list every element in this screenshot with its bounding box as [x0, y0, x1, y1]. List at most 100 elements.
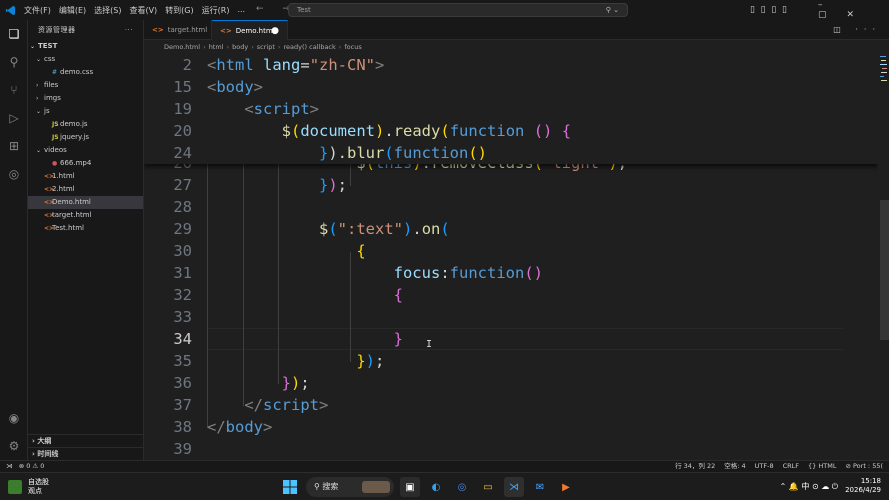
- tree-item[interactable]: # demo.css: [28, 66, 143, 79]
- settings-gear-icon[interactable]: ⚙: [6, 438, 22, 454]
- code-text: <html lang="zh-CN">: [207, 54, 384, 76]
- code-editor[interactable]: 26 $(this).removeClass('light'); 27 });2…: [144, 54, 878, 460]
- code-line[interactable]: 30 {: [144, 240, 878, 262]
- code-line[interactable]: 29 $(":text").on(: [144, 218, 878, 240]
- code-line[interactable]: 31 focus:function(): [144, 262, 878, 284]
- code-line[interactable]: 32 {: [144, 284, 878, 306]
- code-line[interactable]: 37 </script>: [144, 394, 878, 416]
- menu-item[interactable]: ...: [237, 5, 245, 16]
- code-line[interactable]: 20 $(document).ready(function () {: [144, 120, 878, 142]
- menu-item[interactable]: 运行(R): [202, 5, 230, 16]
- menu-item[interactable]: 查看(V): [129, 5, 157, 16]
- vscode-taskbar-icon[interactable]: ⋊: [504, 477, 524, 497]
- file-tree: ⌄ css # demo.css › files › imgs ⌄ js JSdemo.js JSjq…: [28, 53, 143, 235]
- remote-icon[interactable]: ⋊: [6, 462, 13, 470]
- menu-item[interactable]: 选择(S): [94, 5, 121, 16]
- chrome-browser-icon[interactable]: ◎: [452, 477, 472, 497]
- code-line[interactable]: 36 });: [144, 372, 878, 394]
- code-line[interactable]: 38 </body>: [144, 416, 878, 438]
- code-token: focus: [393, 264, 441, 282]
- task-view-icon[interactable]: ▣: [400, 477, 420, 497]
- code-line[interactable]: 15 <body>: [144, 76, 878, 98]
- account-icon[interactable]: ◉: [6, 410, 22, 426]
- chevron-right-icon: ›: [36, 95, 39, 102]
- code-line[interactable]: 35 });: [144, 350, 878, 372]
- file-type-icon: JS: [52, 121, 59, 128]
- copilot-icon[interactable]: ⚲ ⌄: [606, 4, 619, 16]
- tray-icons[interactable]: ⌃ 🔔 中 ⊙ ☁ ⏻: [780, 481, 838, 492]
- tree-item[interactable]: JSdemo.js: [28, 118, 143, 131]
- line-number: 24: [173, 144, 192, 162]
- more-actions-icon[interactable]: ···: [125, 20, 133, 40]
- tree-item[interactable]: JSjquery.js: [28, 131, 143, 144]
- code-line[interactable]: 27 });: [144, 174, 878, 196]
- code-token: <: [207, 78, 217, 96]
- code-token: ): [403, 220, 413, 238]
- layout-toggle-icons[interactable]: ▯ ▯ ▯ ▯: [750, 0, 787, 20]
- window-controls[interactable]: –▢✕: [818, 0, 889, 20]
- encoding[interactable]: UTF-8: [755, 461, 774, 472]
- problems-count[interactable]: ⊗ 0 ⚠ 0: [19, 462, 45, 470]
- indentation[interactable]: 空格: 4: [724, 461, 745, 472]
- code-line[interactable]: 19 <script>: [144, 98, 878, 120]
- tree-item[interactable]: <>Demo.html: [28, 196, 143, 209]
- extensions-icon[interactable]: ⊞: [6, 138, 22, 154]
- cursor-position[interactable]: 行 34，列 22: [675, 461, 715, 472]
- breadcrumb-item[interactable]: Demo.html: [164, 43, 200, 51]
- code-token: script: [263, 396, 319, 414]
- menu-item[interactable]: 转到(G): [165, 5, 193, 16]
- tree-item[interactable]: <>2.html: [28, 183, 143, 196]
- explorer-icon[interactable]: ❏: [6, 26, 22, 42]
- code-line[interactable]: 2 <html lang="zh-CN">: [144, 54, 878, 76]
- breadcrumb-item[interactable]: script: [257, 43, 275, 51]
- line-ending[interactable]: CRLF: [783, 461, 799, 472]
- edge-browser-icon[interactable]: ◐: [426, 477, 446, 497]
- breadcrumb-item[interactable]: focus: [344, 43, 361, 51]
- code-line[interactable]: 34 }: [144, 328, 878, 350]
- windows-start-icon[interactable]: [280, 477, 300, 497]
- timeline-section[interactable]: › 时间线: [28, 447, 144, 460]
- outline-section[interactable]: › 大纲: [28, 434, 144, 447]
- unsaved-dot-icon[interactable]: ●: [271, 21, 279, 41]
- tree-item[interactable]: ⌄ css: [28, 53, 143, 66]
- live-server-port[interactable]: ⊘ Port : 55(: [845, 461, 883, 472]
- vertical-scrollbar[interactable]: [880, 200, 889, 340]
- code-line[interactable]: 24 }).blur(function(): [144, 142, 878, 164]
- command-center-search[interactable]: Test ⚲ ⌄: [288, 3, 628, 17]
- run-debug-icon[interactable]: ▷: [6, 110, 22, 126]
- source-control-icon[interactable]: ⑂: [6, 82, 22, 98]
- app-icon-orange[interactable]: ▶: [556, 477, 576, 497]
- tree-item[interactable]: <>target.html: [28, 209, 143, 222]
- menu-item[interactable]: 文件(F): [24, 5, 51, 16]
- breadcrumb-item[interactable]: html: [209, 43, 224, 51]
- tree-item[interactable]: › files: [28, 79, 143, 92]
- tree-item[interactable]: ⌄ videos: [28, 144, 143, 157]
- code-line[interactable]: 39: [144, 438, 878, 460]
- line-number: 33: [173, 308, 192, 326]
- tree-item[interactable]: › imgs: [28, 92, 143, 105]
- tree-item[interactable]: ⌄ js: [28, 105, 143, 118]
- sticky-scroll-header[interactable]: 2 <html lang="zh-CN"> 15 <body> 19 <script> 2…: [144, 54, 878, 164]
- code-line[interactable]: 33: [144, 306, 878, 328]
- tree-item[interactable]: <>1.html: [28, 170, 143, 183]
- taskbar-search[interactable]: ⚲ 搜索: [306, 477, 394, 497]
- workspace-root[interactable]: ⌄ TEST: [28, 40, 143, 53]
- split-editor-icon[interactable]: ◫ ···: [833, 20, 881, 40]
- clock[interactable]: 15:18 2026/4/29: [845, 477, 881, 495]
- breadcrumb-item[interactable]: ready() callback: [284, 43, 336, 51]
- breadcrumb-item[interactable]: body: [232, 43, 248, 51]
- search-icon[interactable]: ⚲: [6, 54, 22, 70]
- tab-demo-html[interactable]: <> Demo.html ●: [212, 20, 288, 40]
- app-icon-blue[interactable]: ✉: [530, 477, 550, 497]
- language-mode[interactable]: {} HTML: [808, 461, 836, 472]
- tab-label: target.html: [167, 26, 208, 34]
- chrome-icon[interactable]: ◎: [6, 166, 22, 182]
- tree-item[interactable]: <>Test.html: [28, 222, 143, 235]
- code-line[interactable]: 28: [144, 196, 878, 218]
- file-explorer-icon[interactable]: ▭: [478, 477, 498, 497]
- tree-item-label: Demo.html: [52, 198, 91, 206]
- tab-target-html[interactable]: <> target.html: [144, 20, 212, 40]
- menu-item[interactable]: 编辑(E): [59, 5, 86, 16]
- tree-item[interactable]: ● 666.mp4: [28, 157, 143, 170]
